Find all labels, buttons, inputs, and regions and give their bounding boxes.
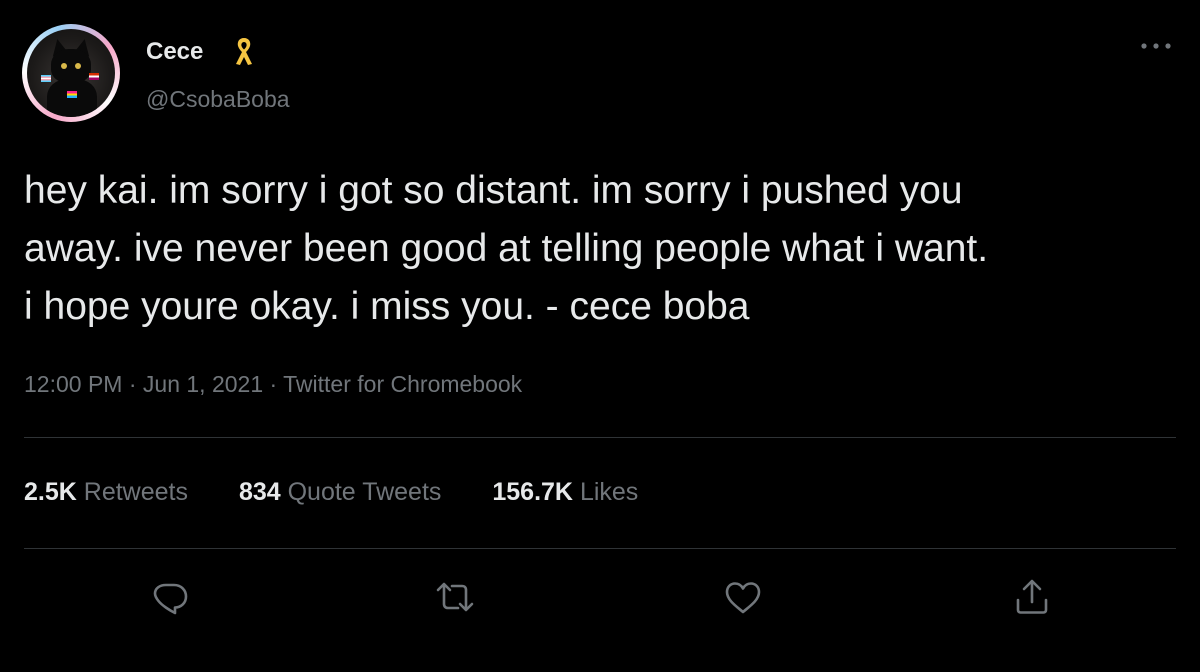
tweet: Cece @CsobaBoba hey kai. im sorry i got …: [0, 0, 1200, 672]
cat-head: [51, 49, 91, 83]
quote-tweets-label: Quote Tweets: [287, 478, 442, 506]
retweet-button[interactable]: [433, 575, 477, 619]
tweet-time[interactable]: 12:00 PM: [24, 371, 122, 397]
avatar[interactable]: [22, 24, 120, 122]
divider: [24, 437, 1176, 438]
tweet-metadata: 12:00 PM · Jun 1, 2021 · Twitter for Chr…: [24, 371, 522, 398]
tweet-stats: 2.5K Retweets 834 Quote Tweets 156.7K Li…: [24, 478, 682, 507]
reply-button[interactable]: [148, 575, 192, 619]
meta-separator: ·: [122, 371, 143, 397]
share-icon: [1016, 579, 1048, 614]
tweet-text: hey kai. im sorry i got so distant. im s…: [24, 169, 989, 328]
tweet-source[interactable]: Twitter for Chromebook: [283, 371, 522, 397]
retweets-count: 2.5K: [24, 478, 77, 506]
like-icon: [725, 582, 761, 614]
flag-pin: [89, 73, 99, 80]
like-button[interactable]: [721, 575, 765, 619]
avatar-image: [27, 29, 115, 117]
cat-body: [47, 79, 97, 117]
divider: [24, 548, 1176, 549]
flag-pin: [41, 75, 51, 82]
likes-label: Likes: [579, 478, 639, 506]
retweets-label: Retweets: [83, 478, 188, 506]
meta-separator: ·: [263, 371, 284, 397]
likes-count: 156.7K: [492, 478, 573, 506]
quote-tweets-stat[interactable]: 834 Quote Tweets: [239, 478, 441, 507]
reply-icon: [153, 583, 188, 615]
likes-stat[interactable]: 156.7K Likes: [492, 478, 638, 507]
cat-eye-right: [75, 63, 81, 69]
user-handle[interactable]: @CsobaBoba: [146, 86, 290, 113]
share-button[interactable]: [1010, 575, 1054, 619]
more-options-icon[interactable]: [1138, 36, 1174, 56]
retweets-stat[interactable]: 2.5K Retweets: [24, 478, 188, 507]
display-name[interactable]: Cece: [146, 38, 203, 66]
ribbon-icon: [236, 38, 252, 65]
flag-pin: [67, 91, 77, 98]
retweet-icon: [436, 582, 474, 612]
cat-eye-left: [61, 63, 67, 69]
tweet-date[interactable]: Jun 1, 2021: [143, 371, 263, 397]
quote-tweets-count: 834: [238, 478, 281, 506]
